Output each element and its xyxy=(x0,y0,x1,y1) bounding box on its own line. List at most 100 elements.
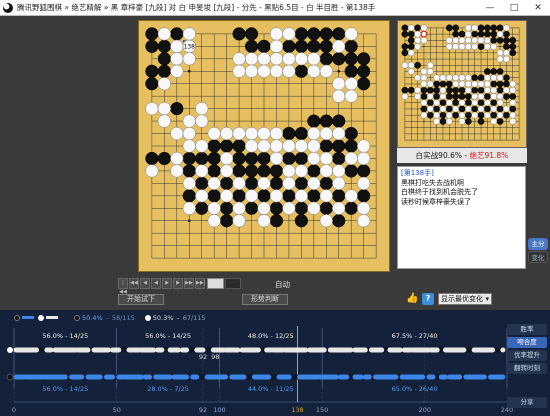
black-stone xyxy=(257,164,271,178)
tab-turning-point[interactable]: 翻转时刻 xyxy=(507,363,547,374)
white-stone xyxy=(496,93,504,100)
white-stone xyxy=(420,111,428,119)
title-bar: 腾讯野狐围棋 » 绝艺精解 » 黑 章梓豪 [九段] 对 白 申旻埈 [九段] … xyxy=(0,0,550,16)
white-stone xyxy=(282,139,296,153)
white-stone xyxy=(509,118,517,125)
black-stone xyxy=(401,24,409,32)
minimize-button[interactable]: — xyxy=(478,3,502,13)
tab-variation[interactable]: 变化 xyxy=(528,251,548,263)
foxwq-logo-icon xyxy=(3,2,13,13)
black-stone xyxy=(503,74,510,82)
next-move-button[interactable]: ▶ xyxy=(162,278,172,289)
white-stone xyxy=(282,52,296,66)
white-stone xyxy=(282,201,296,215)
forward-five-button[interactable]: ▶ xyxy=(173,278,183,289)
white-stone xyxy=(490,74,498,82)
black-stone xyxy=(433,86,441,94)
star-point xyxy=(187,219,191,223)
black-stone xyxy=(439,118,447,125)
white-stone xyxy=(483,74,491,82)
close-button[interactable]: ✕ xyxy=(526,3,550,13)
maximize-button[interactable]: □ xyxy=(502,3,526,13)
go-board[interactable]: 138 xyxy=(138,20,390,272)
white-stone xyxy=(207,214,221,228)
white-stone xyxy=(257,214,271,228)
white-stone xyxy=(182,201,196,215)
position-judge-button[interactable]: 形势判断 xyxy=(242,294,288,305)
white-stone xyxy=(307,151,321,166)
white-stone xyxy=(357,151,371,166)
x-tick-label: 200 xyxy=(419,406,431,414)
auto-play-toggle[interactable]: 自动 xyxy=(275,279,290,290)
last-move-button[interactable]: ▶▶| xyxy=(195,278,205,289)
white-stone xyxy=(195,102,209,116)
back-five-button[interactable]: ◀ xyxy=(140,278,150,289)
white-stone xyxy=(420,36,428,44)
black-stone xyxy=(182,151,196,166)
help-icon[interactable]: ? xyxy=(422,293,434,305)
white-stone xyxy=(232,214,246,228)
white-stone xyxy=(157,27,171,41)
white-stone xyxy=(458,36,466,44)
tab-main-line[interactable]: 主分 xyxy=(528,238,548,250)
back-ten-button[interactable]: ◀◀ xyxy=(129,278,139,289)
black-stone xyxy=(207,164,221,178)
white-stone xyxy=(464,24,472,32)
first-move-button[interactable]: |◀◀ xyxy=(118,278,128,295)
white-stone xyxy=(207,126,221,141)
white-stone xyxy=(483,99,491,107)
black-stone xyxy=(294,176,308,190)
white-stone xyxy=(157,77,171,91)
black-legend-bar xyxy=(22,316,34,319)
white-stone xyxy=(294,164,308,178)
white-stone xyxy=(477,80,485,88)
black-stone xyxy=(157,151,171,166)
black-stone xyxy=(420,105,428,113)
white-stone xyxy=(344,89,358,103)
white-stone xyxy=(420,68,428,75)
white-stone xyxy=(464,43,472,50)
white-stone xyxy=(319,189,333,203)
comment-panel: [第138手] 黑棋打吃失去战机啊 白棋终于找到机会脱先了 读秒时候章梓豪失误了 xyxy=(397,166,526,269)
white-stone xyxy=(232,126,246,141)
thumbs-up-icon[interactable]: 👍 xyxy=(406,293,418,305)
black-stone xyxy=(420,86,428,94)
black-stone xyxy=(282,126,296,141)
white-stone xyxy=(407,49,415,57)
white-stone xyxy=(426,105,434,113)
white-stone xyxy=(282,176,296,190)
white-stone xyxy=(496,30,504,38)
window-title: 腾讯野狐围棋 » 绝艺精解 » 黑 章梓豪 [九段] 对 白 申旻埈 [九段] … xyxy=(17,3,376,12)
black-stone xyxy=(344,139,358,153)
white-stone xyxy=(445,36,453,44)
black-stone xyxy=(220,176,234,190)
black-stone xyxy=(471,74,479,82)
move-progress-slider[interactable] xyxy=(207,278,224,289)
white-stone xyxy=(307,52,321,66)
prev-move-button[interactable]: ◀ xyxy=(151,278,161,289)
tab-improvement[interactable]: 优率提升 xyxy=(507,350,547,361)
white-stone xyxy=(357,214,371,228)
match-rate-chart[interactable]: 0 50 92 100 138 150 200 24092 9856.0% - 14/2556.… xyxy=(0,322,550,416)
black-stone xyxy=(483,93,491,100)
black-stone xyxy=(232,189,246,203)
start-trial-button[interactable]: 开始试下 xyxy=(118,294,164,305)
white-stone xyxy=(445,99,453,107)
black-stone xyxy=(332,27,346,41)
white-stone xyxy=(319,64,333,78)
white-stone xyxy=(426,61,434,69)
tab-match-rate[interactable]: 吻合度 xyxy=(507,337,547,348)
white-stone xyxy=(307,64,321,78)
share-button[interactable]: 分享 xyxy=(507,397,547,408)
white-track-icon xyxy=(7,347,13,353)
tab-winrate[interactable]: 胜率 xyxy=(507,324,547,335)
black-stone xyxy=(414,24,421,32)
black-stone xyxy=(503,30,510,38)
variation-display-select[interactable]: 显示最优变化 ▾ xyxy=(438,293,492,305)
black-segment-label: 28.0% - 7/25 xyxy=(147,385,189,393)
forward-ten-button[interactable]: ▶▶ xyxy=(184,278,194,289)
white-stone xyxy=(294,189,308,203)
black-stone xyxy=(269,214,284,228)
white-stone xyxy=(414,74,421,82)
black-stone xyxy=(496,105,504,113)
